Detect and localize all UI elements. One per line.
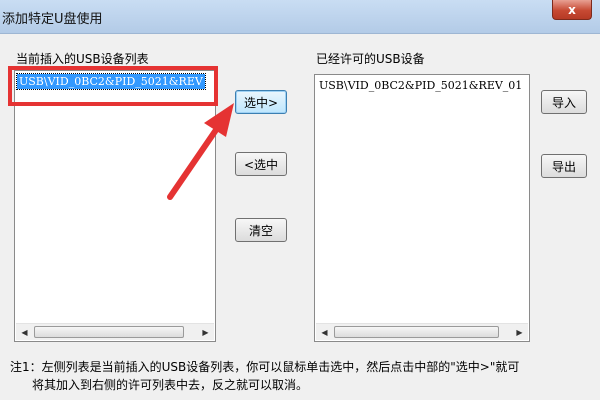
title-bar: 添加特定U盘使用 x [0,0,600,34]
clear-button[interactable]: 清空 [235,218,287,242]
close-button[interactable]: x [552,0,592,20]
left-horizontal-scrollbar[interactable]: ◀ ▶ [16,323,214,340]
import-button[interactable]: 导入 [541,90,587,114]
right-scrollbar-thumb[interactable] [334,326,499,338]
scroll-left-arrow-icon[interactable]: ◀ [16,324,33,340]
left-scrollbar-thumb[interactable] [34,326,184,338]
help-note: 注1：左侧列表是当前插入的USB设备列表，你可以鼠标单击选中，然后点击中部的"选… [10,358,598,394]
list-item-allowed-device[interactable]: USB\VID_0BC2&PID_5021&REV_01 [317,78,524,93]
right-list-label: 已经许可的USB设备 [316,52,425,66]
close-icon: x [568,2,576,17]
red-arrow-icon [167,103,234,200]
scroll-left-arrow-icon[interactable]: ◀ [316,324,333,340]
scroll-right-arrow-icon[interactable]: ▶ [197,324,214,340]
left-list-label: 当前插入的USB设备列表 [16,52,149,66]
right-horizontal-scrollbar[interactable]: ◀ ▶ [316,323,528,340]
export-button[interactable]: 导出 [541,154,587,178]
window-title: 添加特定U盘使用 [2,12,103,27]
note-line-2: 将其加入到右侧的许可列表中去，反之就可以取消。 [32,378,309,392]
allowed-devices-listbox[interactable]: USB\VID_0BC2&PID_5021&REV_01 ◀ ▶ [314,74,530,342]
scroll-right-arrow-icon[interactable]: ▶ [511,324,528,340]
note-line-1: 注1：左侧列表是当前插入的USB设备列表，你可以鼠标单击选中，然后点击中部的"选… [10,360,520,374]
